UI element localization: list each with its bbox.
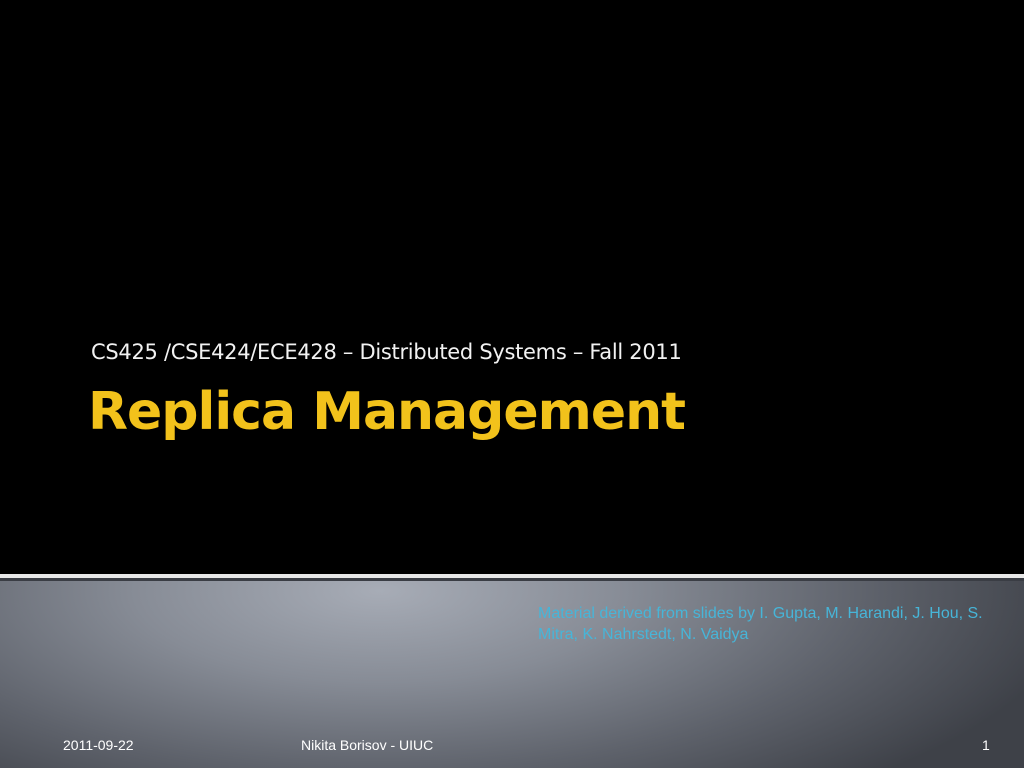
- footer-author: Nikita Borisov - UIUC: [301, 737, 434, 753]
- slide-credit: Material derived from slides by I. Gupta…: [538, 605, 983, 643]
- slide-subtitle: CS425 /CSE424/ECE428 – Distributed Syste…: [91, 340, 682, 364]
- slide-title: Replica Management: [88, 382, 686, 442]
- title-slide: CS425 /CSE424/ECE428 – Distributed Syste…: [0, 0, 1024, 768]
- title-panel: CS425 /CSE424/ECE428 – Distributed Syste…: [0, 0, 1024, 574]
- footer-page-number: 1: [982, 737, 990, 753]
- footer-date: 2011-09-22: [63, 737, 134, 753]
